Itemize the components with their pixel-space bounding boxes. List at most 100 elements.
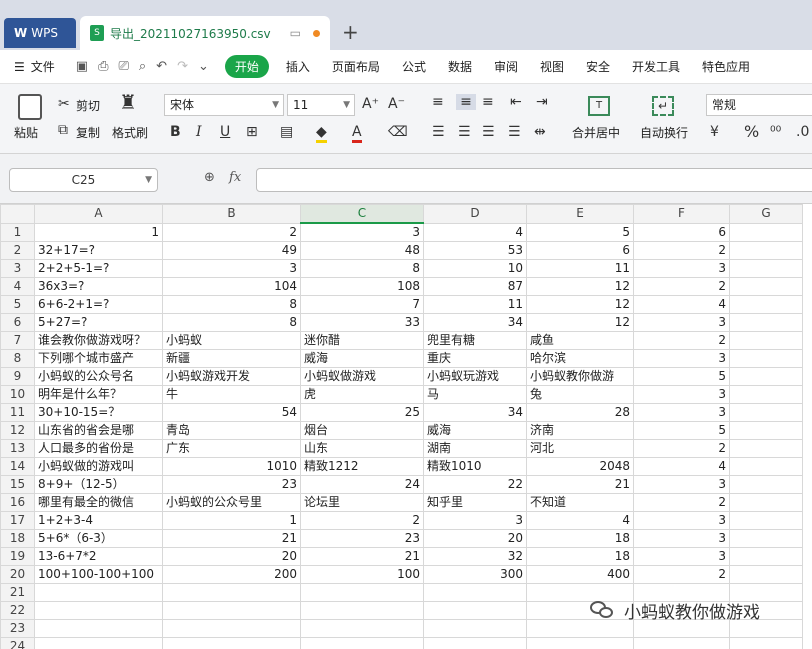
- cell-b10[interactable]: 牛: [162, 385, 301, 404]
- cell-b15[interactable]: 23: [162, 475, 301, 494]
- merge-center-icon[interactable]: T: [588, 96, 610, 116]
- cell-e1[interactable]: 5: [526, 222, 634, 242]
- cell-e7[interactable]: 咸鱼: [526, 331, 634, 350]
- cell-a18[interactable]: 5+6*（6-3）: [34, 529, 163, 548]
- number-format-select[interactable]: 常规: [706, 94, 812, 116]
- cell-d12[interactable]: 威海: [423, 421, 527, 440]
- cell-d14[interactable]: 精致1010: [423, 457, 527, 476]
- indent-icon[interactable]: ⇥: [536, 94, 548, 110]
- cell-g17[interactable]: [729, 511, 803, 530]
- row-header[interactable]: 13: [0, 439, 35, 458]
- cell-c3[interactable]: 8: [300, 259, 424, 278]
- cell-g14[interactable]: [729, 457, 803, 476]
- tab-security[interactable]: 安全: [575, 58, 621, 75]
- cell-a7[interactable]: 谁会教你做游戏呀？: [34, 331, 163, 350]
- cell-e14[interactable]: 2048: [526, 457, 634, 476]
- save-icon[interactable]: ▣: [76, 59, 88, 74]
- wrap-text-button[interactable]: 自动换行: [640, 124, 688, 141]
- cell-d21[interactable]: [423, 583, 527, 602]
- tab-data[interactable]: 数据: [437, 58, 483, 75]
- cell-d22[interactable]: [423, 601, 527, 620]
- cell-b9[interactable]: 小蚂蚁游戏开发: [162, 367, 301, 386]
- cell-d1[interactable]: 4: [423, 222, 527, 242]
- wrap-text-icon[interactable]: ↵: [652, 96, 674, 116]
- row-header[interactable]: 24: [0, 637, 35, 649]
- new-tab-button[interactable]: +: [342, 20, 359, 44]
- cell-d2[interactable]: 53: [423, 241, 527, 260]
- cell-c18[interactable]: 23: [300, 529, 424, 548]
- tab-formula[interactable]: 公式: [391, 58, 437, 75]
- cell-c14[interactable]: 精致1212: [300, 457, 424, 476]
- cell-e5[interactable]: 12: [526, 295, 634, 314]
- cell-d8[interactable]: 重庆: [423, 349, 527, 368]
- cell-a5[interactable]: 6+6-2+1=?: [34, 295, 163, 314]
- merge-center-button[interactable]: 合并居中: [572, 124, 620, 141]
- column-header-d[interactable]: D: [423, 204, 527, 224]
- wps-home-tab[interactable]: W WPS: [4, 18, 76, 48]
- cell-c13[interactable]: 山东: [300, 439, 424, 458]
- cell-b8[interactable]: 新疆: [162, 349, 301, 368]
- cell-c17[interactable]: 2: [300, 511, 424, 530]
- cell-a13[interactable]: 人口最多的省份是: [34, 439, 163, 458]
- tab-start[interactable]: 开始: [224, 55, 269, 78]
- align-bottom-icon[interactable]: ≡: [482, 94, 494, 110]
- cell-b19[interactable]: 20: [162, 547, 301, 566]
- cell-g20[interactable]: [729, 565, 803, 584]
- column-header-e[interactable]: E: [526, 204, 634, 224]
- clear-format-icon[interactable]: ⌫: [388, 124, 408, 140]
- cell-g7[interactable]: [729, 331, 803, 350]
- cell-f19[interactable]: 3: [633, 547, 730, 566]
- cell-d17[interactable]: 3: [423, 511, 527, 530]
- cell-b23[interactable]: [162, 619, 301, 638]
- cell-a12[interactable]: 山东省的省会是哪: [34, 421, 163, 440]
- cell-e13[interactable]: 河北: [526, 439, 634, 458]
- cell-b2[interactable]: 49: [162, 241, 301, 260]
- row-header[interactable]: 22: [0, 601, 35, 620]
- cell-a9[interactable]: 小蚂蚁的公众号名: [34, 367, 163, 386]
- cell-c7[interactable]: 迷你醋: [300, 331, 424, 350]
- cell-g8[interactable]: [729, 349, 803, 368]
- font-name-select[interactable]: 宋体 ▼: [164, 94, 284, 116]
- cell-f12[interactable]: 5: [633, 421, 730, 440]
- cell-a15[interactable]: 8+9+（12-5）: [34, 475, 163, 494]
- tab-view[interactable]: 视图: [529, 58, 575, 75]
- cell-f2[interactable]: 2: [633, 241, 730, 260]
- cell-c11[interactable]: 25: [300, 403, 424, 422]
- cell-b7[interactable]: 小蚂蚁: [162, 331, 301, 350]
- increase-decimal-icon[interactable]: .0: [796, 124, 809, 140]
- cell-b12[interactable]: 青岛: [162, 421, 301, 440]
- row-header[interactable]: 9: [0, 367, 35, 386]
- cell-b13[interactable]: 广东: [162, 439, 301, 458]
- currency-icon[interactable]: ¥: [710, 124, 719, 140]
- cut-button[interactable]: 剪切: [76, 97, 100, 114]
- outdent-icon[interactable]: ⇤: [510, 94, 522, 110]
- cell-c22[interactable]: [300, 601, 424, 620]
- zoom-search-icon[interactable]: ⊕: [204, 170, 215, 185]
- align-right-icon[interactable]: ☰: [482, 124, 495, 140]
- row-header[interactable]: 19: [0, 547, 35, 566]
- cell-c1[interactable]: 3: [300, 222, 424, 242]
- select-all-corner[interactable]: [0, 204, 35, 224]
- cell-a20[interactable]: 100+100-100+100: [34, 565, 163, 584]
- cell-a11[interactable]: 30+10-15=？: [34, 403, 163, 422]
- row-header[interactable]: 1: [0, 222, 35, 242]
- cell-b6[interactable]: 8: [162, 313, 301, 332]
- cell-d24[interactable]: [423, 637, 527, 649]
- cell-c10[interactable]: 虎: [300, 385, 424, 404]
- cell-f8[interactable]: 3: [633, 349, 730, 368]
- row-header[interactable]: 7: [0, 331, 35, 350]
- cell-b11[interactable]: 54: [162, 403, 301, 422]
- redo-icon[interactable]: ↷: [177, 59, 188, 74]
- cell-e2[interactable]: 6: [526, 241, 634, 260]
- cell-e15[interactable]: 21: [526, 475, 634, 494]
- cell-f20[interactable]: 2: [633, 565, 730, 584]
- font-size-select[interactable]: 11 ▼: [287, 94, 355, 116]
- increase-font-icon[interactable]: A⁺: [362, 96, 379, 112]
- tab-review[interactable]: 审阅: [483, 58, 529, 75]
- cell-f7[interactable]: 2: [633, 331, 730, 350]
- cell-d23[interactable]: [423, 619, 527, 638]
- row-header[interactable]: 6: [0, 313, 35, 332]
- cell-b20[interactable]: 200: [162, 565, 301, 584]
- cell-b16[interactable]: 小蚂蚁的公众号里: [162, 493, 301, 512]
- cell-e19[interactable]: 18: [526, 547, 634, 566]
